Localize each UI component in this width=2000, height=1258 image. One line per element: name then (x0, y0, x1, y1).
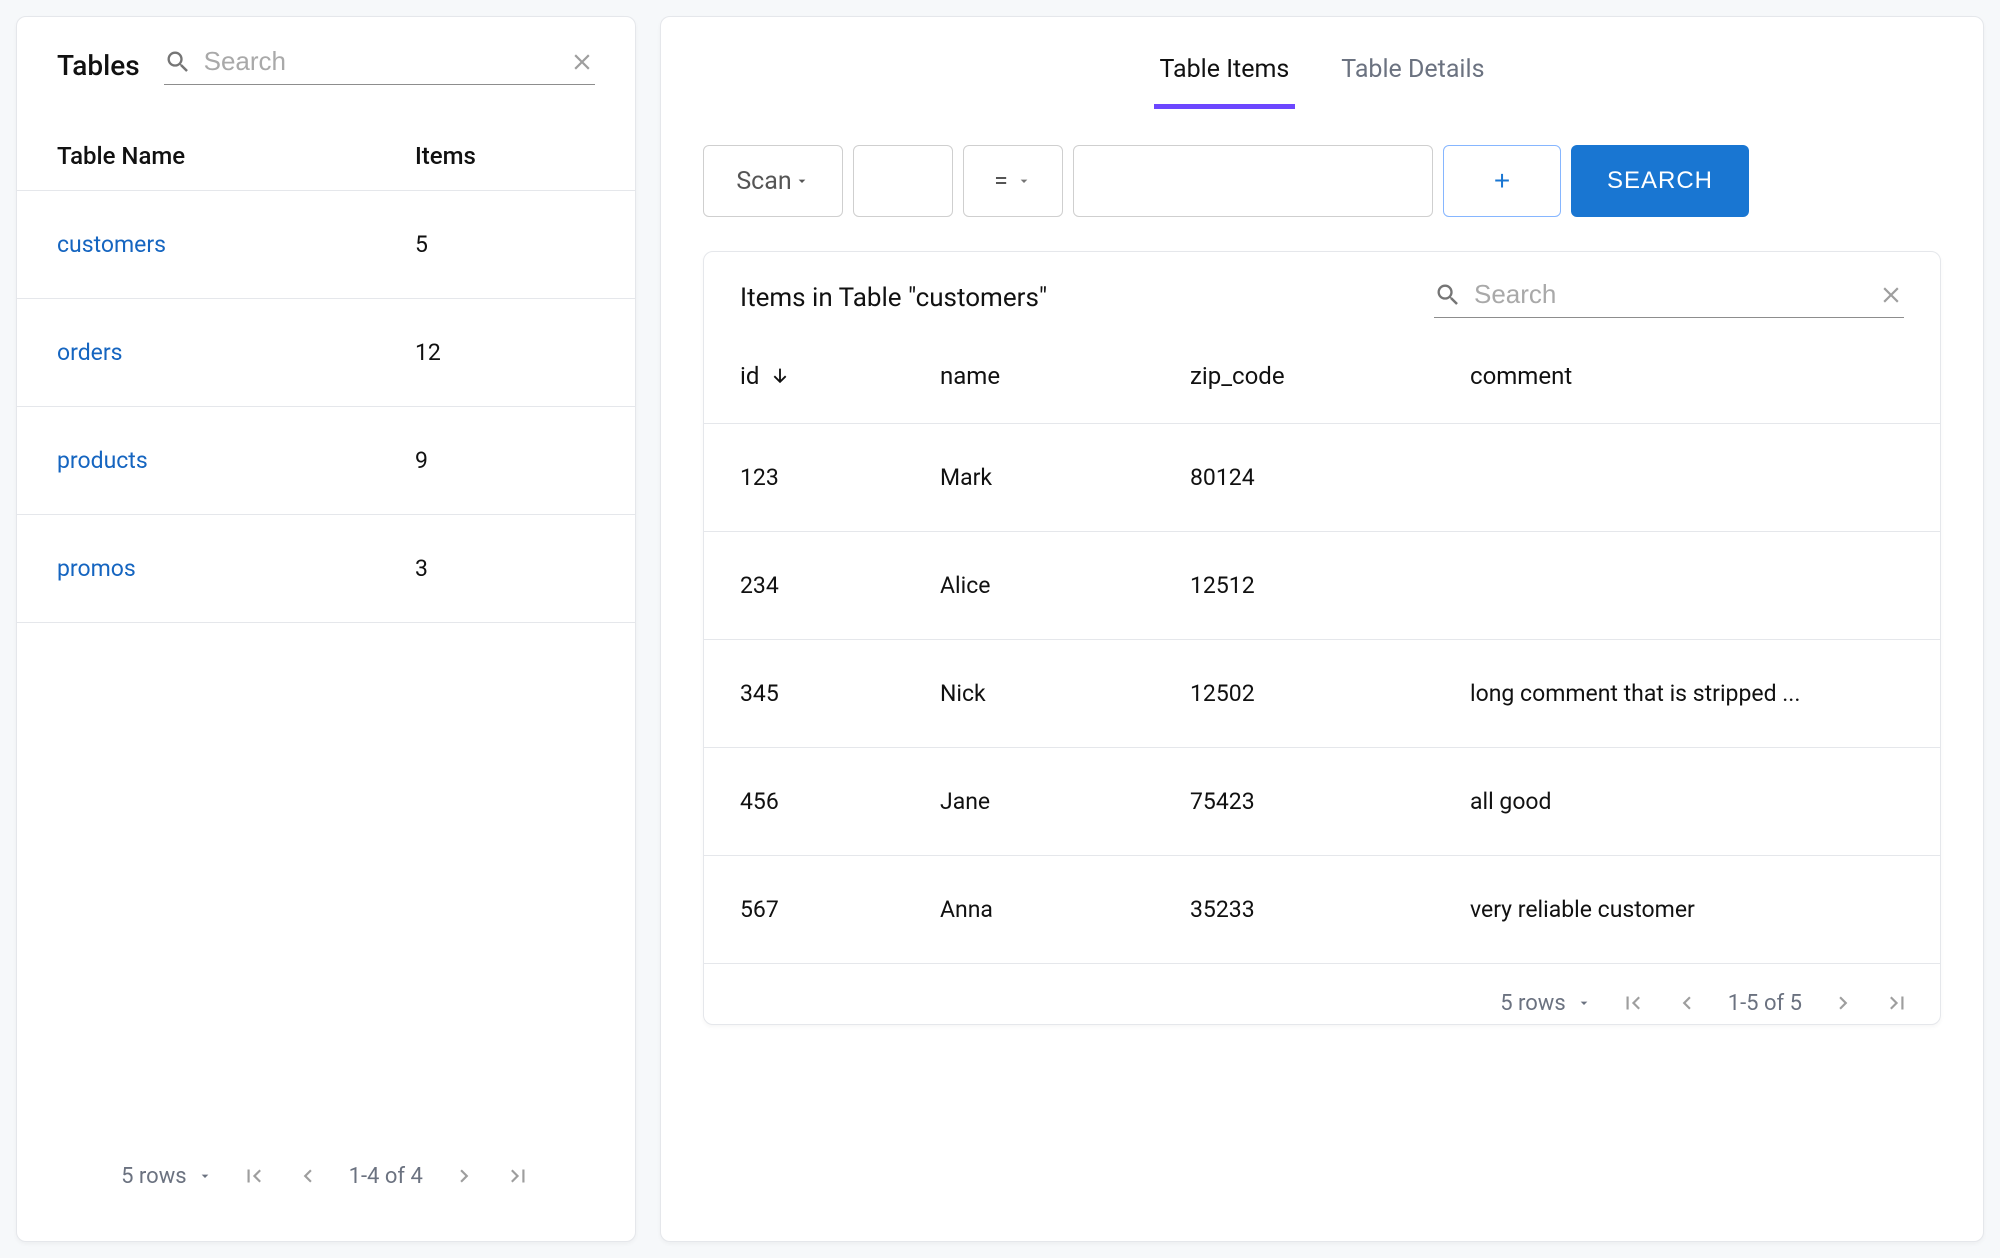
tables-search-input[interactable] (202, 45, 559, 78)
cell-id: 567 (740, 896, 940, 923)
item-row[interactable]: 123Mark80124 (704, 424, 1940, 532)
cell-zip-code: 35233 (1190, 896, 1470, 923)
cell-name: Nick (940, 680, 1190, 707)
items-search-input[interactable] (1472, 278, 1868, 311)
cell-comment: all good (1470, 788, 1904, 815)
query-mode-label: Scan (736, 167, 791, 196)
tables-panel: Tables Table Name Items customers5orders… (16, 16, 636, 1242)
tab-table-items[interactable]: Table Items (1154, 45, 1296, 109)
query-mode-select[interactable]: Scan (703, 145, 843, 217)
close-icon[interactable] (569, 49, 595, 75)
last-page-button[interactable] (505, 1163, 531, 1189)
col-zip-code[interactable]: zip_code (1190, 362, 1470, 390)
cell-name: Alice (940, 572, 1190, 599)
query-operator-select[interactable]: = (963, 145, 1063, 217)
cell-name: Anna (940, 896, 1190, 923)
table-items-count: 5 (415, 231, 595, 258)
cell-zip-code: 80124 (1190, 464, 1470, 491)
cell-zip-code: 75423 (1190, 788, 1470, 815)
cell-id: 123 (740, 464, 940, 491)
query-value-box (1073, 145, 1433, 217)
cell-zip-code: 12502 (1190, 680, 1470, 707)
cell-id: 234 (740, 572, 940, 599)
prev-page-button[interactable] (295, 1163, 321, 1189)
rows-per-page-select[interactable]: 5 rows (121, 1164, 213, 1189)
rows-per-page-label: 5 rows (1500, 991, 1566, 1016)
table-link[interactable]: products (57, 447, 415, 474)
table-content-panel: Table Items Table Details Scan = + SEARC… (660, 16, 1984, 1242)
items-card: Items in Table "customers" id name (703, 251, 1941, 1025)
tab-table-details[interactable]: Table Details (1335, 45, 1490, 109)
query-operator-label: = (994, 167, 1008, 196)
rows-per-page-select[interactable]: 5 rows (1500, 991, 1592, 1016)
table-row[interactable]: customers5 (17, 191, 635, 299)
query-value-input[interactable] (1074, 146, 1432, 216)
query-builder-row: Scan = + SEARCH (661, 109, 1983, 217)
table-items-count: 9 (415, 447, 595, 474)
items-title: Items in Table "customers" (740, 283, 1404, 313)
items-search-field[interactable] (1434, 278, 1904, 318)
next-page-button[interactable] (1830, 990, 1856, 1016)
tables-list: Table Name Items customers5orders12produ… (17, 121, 635, 623)
search-icon (164, 48, 192, 76)
tables-title: Tables (57, 49, 140, 82)
cell-name: Jane (940, 788, 1190, 815)
cell-comment: long comment that is stripped ... (1470, 680, 1904, 707)
caret-down-icon (197, 1168, 213, 1184)
search-icon (1434, 281, 1462, 309)
table-link[interactable]: customers (57, 231, 415, 258)
first-page-button[interactable] (1620, 990, 1646, 1016)
caret-down-icon (1576, 995, 1592, 1011)
caret-down-icon (1016, 173, 1032, 189)
item-row[interactable]: 234Alice12512 (704, 532, 1940, 640)
item-row[interactable]: 345Nick12502long comment that is strippe… (704, 640, 1940, 748)
next-page-button[interactable] (451, 1163, 477, 1189)
col-comment[interactable]: comment (1470, 362, 1904, 390)
first-page-button[interactable] (241, 1163, 267, 1189)
add-filter-button[interactable]: + (1443, 145, 1561, 217)
tables-paginator: 5 rows 1-4 of 4 (17, 1111, 635, 1241)
tables-search-field[interactable] (164, 45, 595, 85)
table-row[interactable]: products9 (17, 407, 635, 515)
tabs: Table Items Table Details (661, 25, 1983, 109)
col-items[interactable]: Items (415, 142, 595, 170)
rows-per-page-label: 5 rows (121, 1164, 187, 1189)
items-paginator: 5 rows 1-5 of 5 (704, 964, 1940, 1024)
items-table-head: id name zip_code comment (704, 328, 1940, 424)
table-items-count: 12 (415, 339, 595, 366)
item-row[interactable]: 567Anna35233very reliable customer (704, 856, 1940, 964)
cell-comment: very reliable customer (1470, 896, 1904, 923)
cell-name: Mark (940, 464, 1190, 491)
col-id-label: id (740, 362, 759, 390)
cell-id: 345 (740, 680, 940, 707)
table-items-count: 3 (415, 555, 595, 582)
item-row[interactable]: 456Jane75423all good (704, 748, 1940, 856)
run-search-button[interactable]: SEARCH (1571, 145, 1749, 217)
prev-page-button[interactable] (1674, 990, 1700, 1016)
paginator-range: 1-5 of 5 (1728, 991, 1802, 1016)
col-name[interactable]: name (940, 362, 1190, 390)
cell-id: 456 (740, 788, 940, 815)
caret-down-icon (794, 173, 810, 189)
table-row[interactable]: promos3 (17, 515, 635, 623)
query-attribute-input[interactable] (853, 145, 953, 217)
col-table-name[interactable]: Table Name (57, 142, 415, 170)
table-link[interactable]: promos (57, 555, 415, 582)
arrow-down-icon (769, 365, 791, 387)
last-page-button[interactable] (1884, 990, 1910, 1016)
paginator-range: 1-4 of 4 (349, 1164, 423, 1189)
table-row[interactable]: orders12 (17, 299, 635, 407)
cell-zip-code: 12512 (1190, 572, 1470, 599)
close-icon[interactable] (1878, 282, 1904, 308)
col-id[interactable]: id (740, 362, 940, 390)
table-link[interactable]: orders (57, 339, 415, 366)
